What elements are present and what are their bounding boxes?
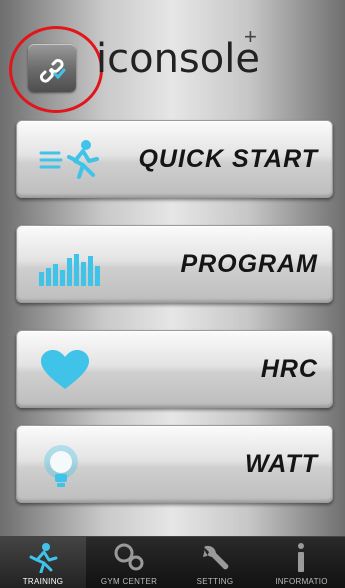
tab-gym-center[interactable]: GYM CENTER xyxy=(86,537,172,588)
runner-icon xyxy=(29,543,58,573)
gym-icon xyxy=(114,543,144,571)
tab-setting-label: SETTING xyxy=(196,577,234,586)
watt-label: WATT xyxy=(245,449,318,478)
tab-gym-center-label: GYM CENTER xyxy=(100,577,158,586)
program-label: PROGRAM xyxy=(180,249,318,278)
header: iconsole + xyxy=(0,0,345,113)
app-screen: iconsole + QUICK START PROGRAM HRC WATT … xyxy=(0,0,345,588)
app-logo: iconsole xyxy=(96,36,260,82)
quick-start-button[interactable]: QUICK START xyxy=(16,120,333,198)
tab-training-label: TRAINING xyxy=(22,577,64,586)
tab-bar: TRAINING GYM CENTER SETTING INFORMATIO xyxy=(0,536,345,588)
program-button[interactable]: PROGRAM xyxy=(16,225,333,303)
hrc-label: HRC xyxy=(260,354,318,383)
tab-information-label: INFORMATIO xyxy=(275,577,328,586)
info-icon xyxy=(298,543,304,572)
logo-plus: + xyxy=(244,24,257,49)
link-icon xyxy=(39,58,66,83)
heart-icon xyxy=(41,350,89,389)
tab-training[interactable]: TRAINING xyxy=(0,537,86,588)
hrc-button[interactable]: HRC xyxy=(16,330,333,408)
running-man-icon xyxy=(39,140,99,179)
bar-graph-icon xyxy=(39,254,100,286)
connect-button[interactable] xyxy=(28,44,76,92)
lightbulb-icon xyxy=(44,445,78,487)
watt-button[interactable]: WATT xyxy=(16,425,333,503)
quick-start-label: QUICK START xyxy=(138,144,318,173)
tab-information[interactable]: INFORMATIO xyxy=(258,537,345,588)
tab-setting[interactable]: SETTING xyxy=(172,537,258,588)
wrench-icon xyxy=(203,545,229,570)
